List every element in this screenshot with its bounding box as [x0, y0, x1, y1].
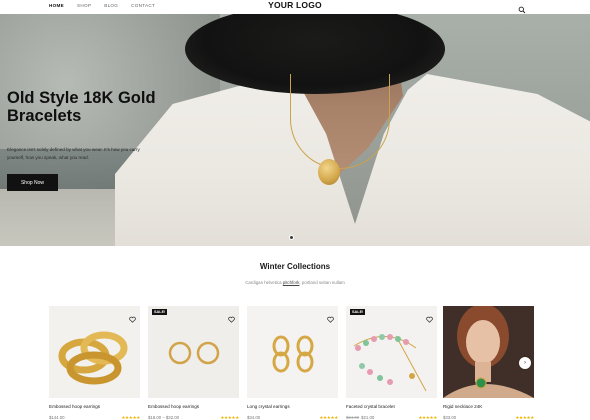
necklace-chain: [290, 74, 390, 169]
site-header: HOME SHOP BLOG CONTACT YOUR LOGO: [0, 0, 590, 14]
wishlist-heart-icon[interactable]: [426, 310, 433, 323]
product-card[interactable]: SALE! Embossed hoop earrings $18.00 – $3…: [148, 306, 239, 420]
site-logo[interactable]: YOUR LOGO: [0, 0, 590, 10]
wishlist-heart-icon[interactable]: [228, 310, 235, 323]
sale-badge: SALE!: [152, 309, 168, 315]
necklace-pendant: [318, 159, 340, 185]
collection-subtitle: Cardigan helvetica pitchfork, portland s…: [245, 280, 345, 285]
rating-stars-icon: ★★★★★: [220, 415, 239, 420]
product-image[interactable]: [443, 306, 534, 398]
product-card[interactable]: Long crystal earrings $34.00 ★★★★★: [247, 306, 338, 420]
product-name[interactable]: Embossed hoop earrings: [148, 404, 199, 409]
rating-stars-icon: ★★★★★: [121, 415, 140, 420]
wishlist-heart-icon[interactable]: [129, 310, 136, 323]
product-price: $18.00 – $32.00: [148, 415, 180, 420]
rating-stars-icon: ★★★★★: [418, 415, 437, 420]
collection-title: Winter Collections: [259, 262, 331, 271]
product-carousel: Embossed hoop earrings $144.00 ★★★★★ SAL…: [49, 306, 541, 420]
subtitle-link[interactable]: pitchfork: [283, 280, 300, 285]
product-price: $24.00 $21.00: [346, 415, 375, 420]
product-price: $33.00: [443, 415, 457, 420]
product-price: $144.00: [49, 415, 65, 420]
product-card[interactable]: Embossed hoop earrings $144.00 ★★★★★: [49, 306, 140, 420]
product-name[interactable]: Embossed hoop earrings: [49, 404, 100, 409]
rating-stars-icon: ★★★★★: [319, 415, 338, 420]
hero-title: Old Style 18K Gold Bracelets: [7, 89, 156, 125]
product-name[interactable]: Long crystal earrings: [247, 404, 290, 409]
sale-badge: SALE!: [350, 309, 366, 315]
product-price: $34.00: [247, 415, 261, 420]
product-image[interactable]: SALE!: [148, 306, 239, 398]
slider-dot[interactable]: [289, 235, 294, 240]
search-icon[interactable]: [518, 1, 526, 14]
carousel-next-arrow-icon[interactable]: ›: [519, 357, 531, 369]
product-image[interactable]: [247, 306, 338, 398]
shop-now-button[interactable]: Shop Now: [7, 174, 58, 191]
hero-subtitle: Elegance isn't solely defined by what yo…: [7, 147, 140, 160]
product-name[interactable]: Faceted crystal bracelet: [346, 404, 395, 409]
wishlist-heart-icon[interactable]: [327, 310, 334, 323]
product-image[interactable]: SALE!: [346, 306, 437, 398]
product-name[interactable]: Rigid necklace 24K: [443, 404, 482, 409]
hero-banner: Old Style 18K Gold Bracelets Elegance is…: [0, 14, 590, 246]
product-card[interactable]: SALE! Faceted crystal bracelet $24.00 $21…: [346, 306, 437, 420]
product-image[interactable]: [49, 306, 140, 398]
rating-stars-icon: ★★★★★: [515, 415, 534, 420]
